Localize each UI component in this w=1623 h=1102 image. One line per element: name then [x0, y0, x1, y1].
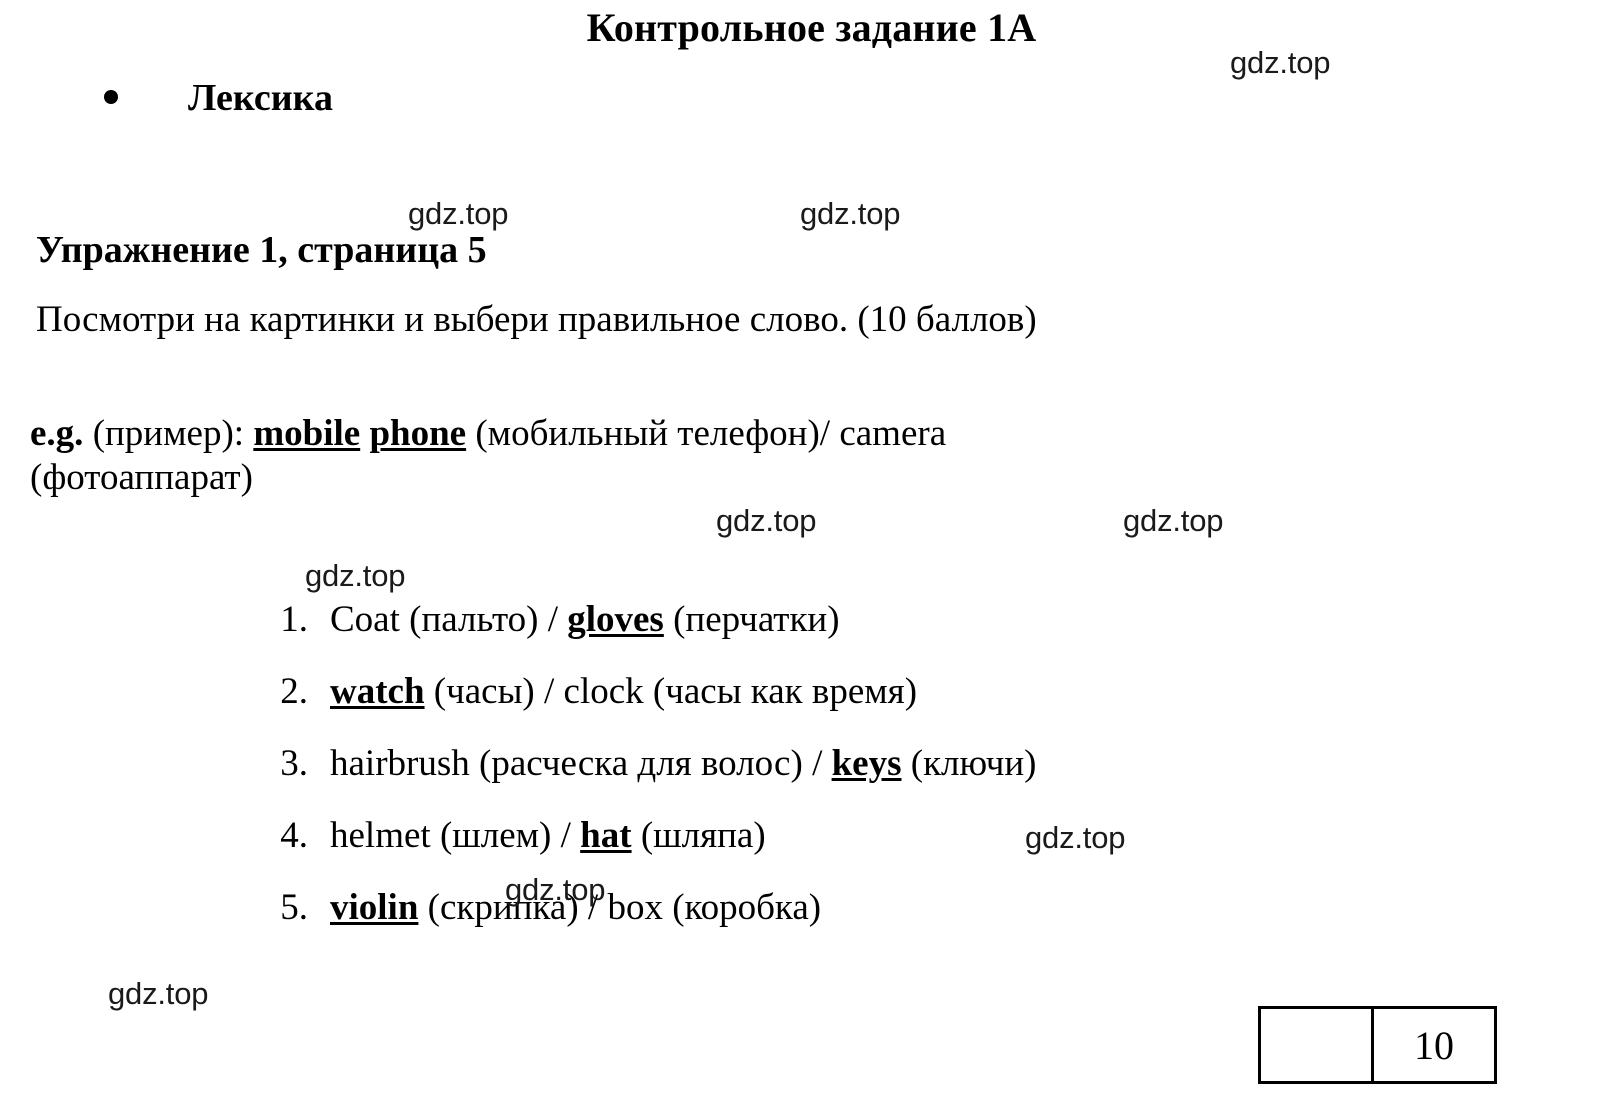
list-item-number: 3. — [280, 743, 308, 784]
watermark: gdz.top — [408, 196, 509, 231]
score-max-cell: 10 — [1371, 1006, 1497, 1084]
option-b-translation: (часы как время) — [652, 671, 918, 712]
watermark: gdz.top — [108, 976, 209, 1011]
watermark: gdz.top — [305, 558, 406, 593]
list-item[interactable]: 3. hairbrush (расческа для волос) / keys … — [250, 742, 1036, 814]
option-separator: / — [560, 815, 571, 856]
section-heading: Лексика — [104, 76, 333, 120]
score-table: 10 — [1258, 1006, 1497, 1084]
option-a-word[interactable]: violin — [330, 887, 418, 928]
watermark: gdz.top — [800, 196, 901, 231]
exercise-example: e.g. (пример): mobile phone (мобильный т… — [30, 412, 1470, 499]
option-b-translation: (коробка) — [672, 887, 822, 928]
example-answer-word-1: mobile — [253, 413, 361, 454]
list-item-number: 2. — [280, 671, 308, 712]
table-row: 10 — [1258, 1006, 1497, 1084]
option-separator: / — [812, 743, 823, 784]
example-answer-word-2: phone — [369, 413, 467, 454]
example-tag-note: (пример): — [92, 413, 245, 454]
option-a-word[interactable]: hairbrush — [330, 743, 470, 784]
watermark: gdz.top — [505, 872, 606, 907]
watermark: gdz.top — [1230, 45, 1331, 80]
page-title: Контрольное задание 1А — [586, 5, 1037, 50]
watermark: gdz.top — [716, 503, 817, 538]
option-a-word[interactable]: Coat — [330, 599, 400, 640]
option-a-word[interactable]: watch — [330, 671, 425, 712]
option-b-word[interactable]: gloves — [567, 599, 664, 640]
list-item-number: 5. — [280, 887, 308, 928]
option-b-translation: (шляпа) — [640, 815, 766, 856]
watermark: gdz.top — [1025, 820, 1126, 855]
list-item-body: Coat (пальто) / gloves (перчатки) — [330, 598, 840, 641]
list-item[interactable]: 2. watch (часы) / clock (часы как время) — [250, 670, 1036, 742]
example-alternative: camera — [839, 413, 947, 454]
example-tag: e.g. — [30, 413, 84, 454]
exercise-item-list: 1. Coat (пальто) / gloves (перчатки) 2. wat… — [250, 598, 1036, 958]
list-item-number: 4. — [280, 815, 308, 856]
option-a-translation: (пальто) — [409, 599, 539, 640]
list-item-number: 1. — [280, 599, 308, 640]
option-a-word[interactable]: helmet — [330, 815, 431, 856]
option-b-word[interactable]: keys — [832, 743, 902, 784]
section-heading-label: Лексика — [188, 77, 333, 119]
list-item-body: hairbrush (расческа для волос) / keys (к… — [330, 742, 1036, 785]
bullet-icon — [104, 90, 118, 104]
option-a-translation: (часы) — [433, 671, 535, 712]
option-b-translation: (ключи) — [910, 743, 1037, 784]
option-b-word[interactable]: hat — [580, 815, 631, 856]
option-b-word[interactable]: box — [607, 887, 663, 928]
option-b-translation: (перчатки) — [673, 599, 840, 640]
list-item[interactable]: 5. violin (скрипка) / box (коробка) — [250, 886, 1036, 958]
worksheet-page: gdz.top gdz.top gdz.top gdz.top gdz.top gdz.t… — [0, 0, 1623, 1102]
watermark: gdz.top — [1123, 503, 1224, 538]
list-item-body: helmet (шлем) / hat (шляпа) — [330, 814, 766, 857]
exercise-heading: Упражнение 1, страница 5 — [36, 229, 487, 271]
exercise-instruction: Посмотри на картинки и выбери правильное… — [36, 299, 1037, 340]
option-separator: / — [547, 599, 558, 640]
list-item[interactable]: 1. Coat (пальто) / gloves (перчатки) — [250, 598, 1036, 670]
list-item[interactable]: 4. helmet (шлем) / hat (шляпа) — [250, 814, 1036, 886]
example-answer-translation: (мобильный телефон)/ — [475, 413, 831, 454]
option-a-translation: (шлем) — [439, 815, 552, 856]
option-a-translation: (расческа для волос) — [479, 743, 803, 784]
score-input-cell[interactable] — [1258, 1006, 1374, 1084]
list-item-body: watch (часы) / clock (часы как время) — [330, 670, 917, 713]
option-b-word[interactable]: clock — [564, 671, 644, 712]
option-separator: / — [544, 671, 555, 712]
example-alternative-translation: (фотоаппарат) — [30, 456, 253, 498]
